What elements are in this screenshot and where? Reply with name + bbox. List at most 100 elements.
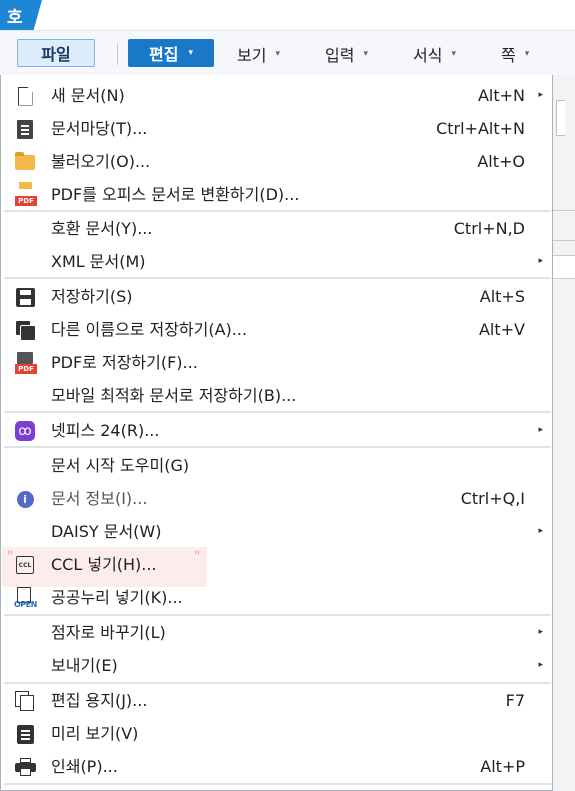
menu-item-save-as[interactable]: 다른 이름으로 저장하기(A)... Alt+V [4, 313, 549, 346]
menu-page[interactable]: 쪽 ▾ [501, 31, 529, 76]
menu-item-shortcut: F7 [505, 691, 525, 710]
menu-item-label: 문서마당(T)... [51, 119, 148, 138]
menu-item-label: 보내기(E) [51, 656, 118, 675]
new-document-icon [14, 85, 36, 107]
menu-separator [4, 783, 551, 785]
menu-item-new-document[interactable]: 새 문서(N) Alt+N ▸ [4, 79, 549, 112]
menu-item-label: 미리 보기(V) [51, 724, 139, 743]
menu-item-shortcut: Alt+S [479, 287, 525, 306]
menu-item-insert-open-data[interactable]: OPEN 공공누리 넣기(K)... [4, 581, 549, 614]
menu-item-label: XML 문서(M) [51, 252, 146, 271]
menu-item-save-mobile[interactable]: 모바일 최적화 문서로 저장하기(B)... [4, 379, 549, 412]
menu-item-label: 새 문서(N) [51, 86, 125, 105]
netffice-icon: ꝏ [14, 420, 36, 442]
menu-item-label: 모바일 최적화 문서로 저장하기(B)... [51, 386, 297, 405]
menu-item-compatible-document[interactable]: 호환 문서(Y)... Ctrl+N,D [4, 212, 549, 245]
menu-item-netffice[interactable]: ꝏ 넷피스 24(R)... ▸ [4, 414, 549, 447]
menu-item-shortcut: Ctrl+N,D [453, 219, 525, 238]
menu-bar: 파일 편집 ▾ 보기 ▾ 입력 ▾ 서식 ▾ 쪽 ▾ [0, 30, 575, 76]
save-as-icon [14, 319, 36, 341]
printer-icon [14, 756, 36, 778]
chevron-down-icon: ▾ [524, 48, 530, 59]
menu-item-template[interactable]: 문서마당(T)... Ctrl+Alt+N [4, 112, 549, 145]
menu-item-label: 공공누리 넣기(K)... [51, 588, 183, 607]
menu-format[interactable]: 서식 ▾ [413, 31, 456, 76]
menu-item-label: CCL 넣기(H)... [51, 555, 157, 574]
background-toolbar-button [556, 100, 565, 136]
info-icon: i [14, 488, 36, 510]
save-pdf-icon: PDF [14, 352, 37, 374]
save-icon [14, 286, 36, 308]
menu-edit-label: 편집 [149, 45, 179, 64]
menu-item-shortcut: Alt+N [477, 86, 525, 105]
pdf-convert-icon: PDF [14, 182, 37, 206]
submenu-arrow-icon: ▸ [538, 660, 543, 670]
menu-item-save-pdf[interactable]: PDF PDF로 저장하기(F)... [4, 346, 549, 379]
menu-input-label: 입력 [325, 45, 355, 65]
menu-item-daisy-document[interactable]: DAISY 문서(W) ▸ [4, 515, 549, 548]
app-logo: 호 [0, 0, 42, 30]
menu-item-insert-ccl[interactable]: CCL CCL 넣기(H)... [4, 548, 549, 581]
submenu-arrow-icon: ▸ [538, 425, 543, 435]
background-ruler [553, 255, 575, 279]
menu-item-open[interactable]: 불러오기(O)... Alt+O [4, 145, 549, 178]
menu-item-pdf-convert[interactable]: PDF PDF를 오피스 문서로 변환하기(D)... [4, 178, 549, 211]
template-icon [14, 118, 36, 140]
chevron-down-icon: ▾ [363, 48, 368, 59]
folder-open-icon [14, 151, 36, 173]
menu-item-label: 문서 정보(I)... [51, 489, 148, 508]
chevron-down-icon: ▾ [451, 48, 456, 59]
chevron-down-icon: ▾ [188, 48, 193, 58]
menu-item-print[interactable]: 인쇄(P)... Alt+P [4, 750, 549, 783]
menu-item-document-info[interactable]: i 문서 정보(I)... Ctrl+Q,I [4, 482, 549, 515]
chevron-down-icon: ▾ [275, 48, 280, 59]
menu-item-label: 다른 이름으로 저장하기(A)... [51, 320, 248, 339]
menu-item-label: 점자로 바꾸기(L) [51, 623, 166, 642]
menu-item-save[interactable]: 저장하기(S) Alt+S [4, 280, 549, 313]
background-divider [553, 210, 575, 211]
menu-item-label: 불러오기(O)... [51, 152, 151, 171]
submenu-arrow-icon: ▸ [538, 627, 543, 637]
menu-item-send[interactable]: 보내기(E) ▸ [4, 649, 549, 682]
background-toolbar [553, 75, 575, 791]
menu-view-label: 보기 [237, 45, 267, 65]
background-divider [553, 240, 575, 241]
ccl-icon: CCL [14, 554, 36, 576]
menu-item-preview[interactable]: 미리 보기(V) [4, 717, 549, 750]
menu-item-label: 문서 시작 도우미(G) [51, 456, 190, 475]
menu-input[interactable]: 입력 ▾ [325, 31, 368, 76]
menu-edit[interactable]: 편집 ▾ [128, 39, 214, 67]
menu-item-label: 호환 문서(Y)... [51, 219, 153, 238]
menu-item-shortcut: Ctrl+Q,I [460, 489, 525, 508]
submenu-arrow-icon: ▸ [538, 90, 543, 100]
preview-icon [14, 723, 36, 745]
menu-item-label: 저장하기(S) [51, 287, 133, 306]
menu-separator [4, 446, 551, 448]
menu-item-shortcut: Alt+P [480, 757, 525, 776]
menu-file[interactable]: 파일 [17, 39, 95, 67]
menu-item-label: 인쇄(P)... [51, 757, 118, 776]
menu-separator [117, 43, 118, 65]
menu-item-label: PDF를 오피스 문서로 변환하기(D)... [51, 185, 300, 204]
menu-item-label: DAISY 문서(W) [51, 522, 162, 541]
page-setup-icon [14, 690, 36, 712]
file-menu: " " 새 문서(N) Alt+N ▸ 문서마당(T)... Ctrl+Alt+… [0, 75, 553, 791]
menu-item-shortcut: Ctrl+Alt+N [436, 119, 525, 138]
menu-item-shortcut: Alt+O [477, 152, 525, 171]
menu-item-label: 편집 용지(J)... [51, 691, 148, 710]
menu-separator [4, 411, 551, 413]
menu-item-page-setup[interactable]: 편집 용지(J)... F7 [4, 684, 549, 717]
submenu-arrow-icon: ▸ [538, 256, 543, 266]
menu-item-xml-document[interactable]: XML 문서(M) ▸ [4, 245, 549, 278]
menu-item-label: 넷피스 24(R)... [51, 421, 160, 440]
menu-item-start-wizard[interactable]: 문서 시작 도우미(G) [4, 449, 549, 482]
submenu-arrow-icon: ▸ [538, 526, 543, 536]
menu-separator [4, 277, 551, 279]
menu-format-label: 서식 [413, 45, 443, 65]
open-data-icon: OPEN [14, 587, 37, 609]
menu-view[interactable]: 보기 ▾ [237, 31, 280, 76]
menu-item-shortcut: Alt+V [478, 320, 525, 339]
menu-page-label: 쪽 [501, 45, 516, 65]
menu-item-braille[interactable]: 점자로 바꾸기(L) ▸ [4, 616, 549, 649]
menu-item-label: PDF로 저장하기(F)... [51, 353, 198, 372]
